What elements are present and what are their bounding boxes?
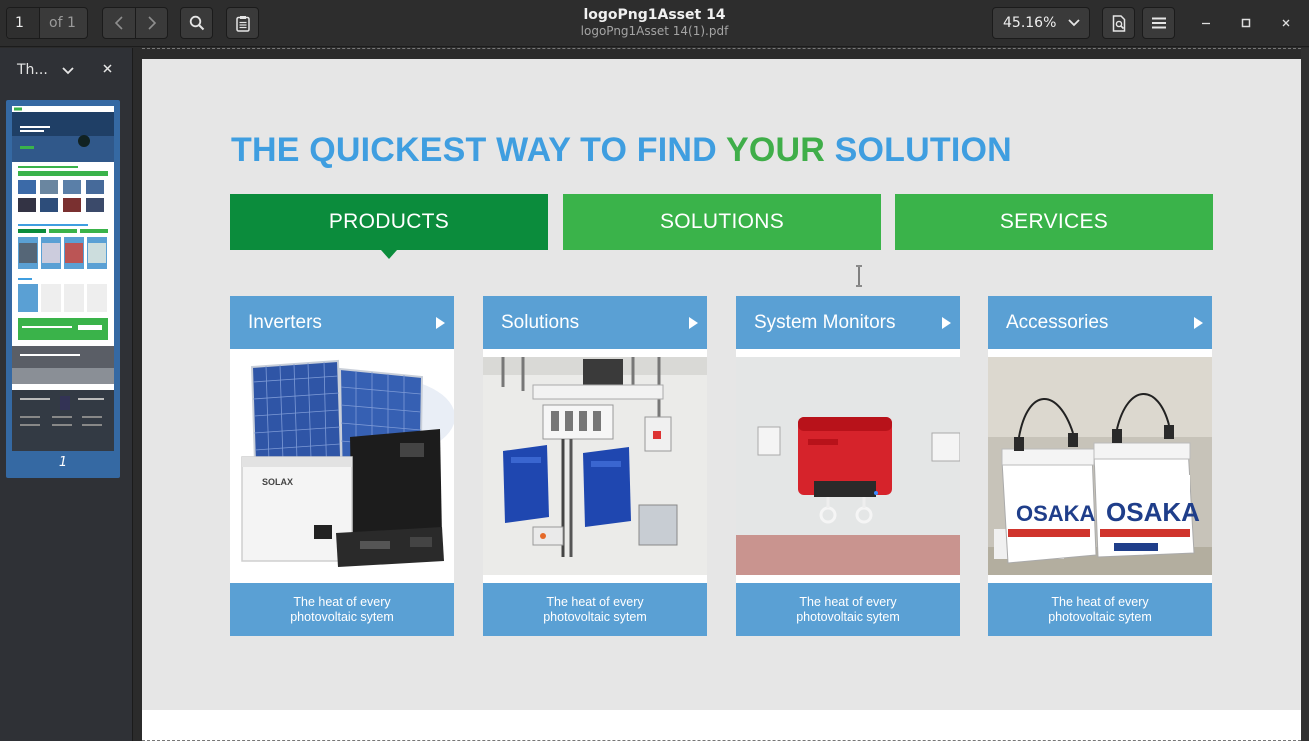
page-count-label: of 1 (49, 15, 76, 31)
accessories-image: OSAKA OSAKA (988, 357, 1212, 575)
card-caption: The heat of every photovoltaic sytem (988, 583, 1212, 636)
close-window-button[interactable] (1275, 12, 1297, 34)
page-nav-group (102, 7, 168, 39)
chevron-right-icon (147, 16, 156, 30)
card-title: System Monitors (754, 311, 896, 333)
play-arrow-icon (436, 317, 445, 329)
header-bar: 1 of 1 logoPng1Asset 14 logoPng1Asset 14… (0, 0, 1309, 47)
play-arrow-icon (689, 317, 698, 329)
maximize-button[interactable] (1235, 12, 1257, 34)
zoom-selector[interactable]: 45.16% (992, 7, 1090, 39)
annotations-button[interactable] (226, 7, 259, 39)
text-cursor-icon (856, 265, 862, 287)
sidebar-header: Th... (0, 48, 132, 93)
card-caption: The heat of every photovoltaic sytem (736, 583, 960, 636)
sidebar-view-selector[interactable]: Th... (17, 62, 48, 78)
chevron-down-icon[interactable] (62, 67, 74, 75)
document-icon (1112, 14, 1125, 32)
osaka-logo-right: OSAKA (1106, 497, 1200, 527)
next-page-button[interactable] (135, 8, 167, 38)
chevron-left-icon (114, 16, 123, 30)
headline-blue-text-end: SOLUTION (824, 131, 1012, 169)
tab-products[interactable]: PRODUCTS (230, 194, 548, 259)
sidebar-close-button[interactable] (103, 61, 112, 77)
minimize-button[interactable] (1195, 12, 1217, 34)
previous-page-button[interactable] (103, 8, 135, 38)
inverters-image: SOLAX (230, 357, 454, 575)
close-icon (103, 64, 112, 73)
product-card-solutions[interactable]: Solutions The heat of every photovoltaic… (483, 296, 707, 636)
hamburger-menu-icon (1151, 17, 1166, 29)
clipboard-icon (235, 15, 250, 32)
menu-button[interactable] (1142, 7, 1175, 39)
search-icon (189, 15, 204, 31)
close-icon (1282, 19, 1290, 27)
card-header: Inverters (230, 296, 454, 349)
vertical-scrollbar[interactable] (1301, 48, 1309, 741)
osaka-logo-left: OSAKA (1016, 501, 1096, 526)
search-button[interactable] (180, 7, 213, 39)
page-separator (142, 48, 1301, 49)
card-caption: The heat of every photovoltaic sytem (483, 583, 707, 636)
solutions-image (483, 357, 707, 575)
page-thumbnail-image (12, 106, 114, 451)
chevron-down-icon (1068, 19, 1080, 27)
next-page-edge (142, 710, 1301, 741)
maximize-icon (1241, 18, 1251, 28)
product-card-accessories[interactable]: Accessories OSAKA OSAKA The heat of ever… (988, 296, 1212, 636)
card-header: System Monitors (736, 296, 960, 349)
product-card-system-monitors[interactable]: System Monitors The heat of every photov… (736, 296, 960, 636)
thumbnail-page-number: 1 (58, 455, 68, 470)
document-properties-button[interactable] (1102, 7, 1135, 39)
tab-services[interactable]: SERVICES (895, 194, 1213, 250)
card-header: Accessories (988, 296, 1212, 349)
card-title: Accessories (1006, 311, 1109, 333)
page-number-box[interactable]: 1 of 1 (6, 7, 88, 39)
minimize-icon (1202, 22, 1210, 25)
pdf-page: THE QUICKEST WAY TO FIND YOUR SOLUTION P… (142, 59, 1301, 710)
document-viewport[interactable]: THE QUICKEST WAY TO FIND YOUR SOLUTION P… (134, 48, 1309, 741)
page-headline: THE QUICKEST WAY TO FIND YOUR SOLUTION (231, 131, 1012, 170)
tab-solutions[interactable]: SOLUTIONS (563, 194, 881, 250)
page-thumbnail-selected[interactable]: 1 (6, 100, 120, 478)
zoom-value: 45.16% (1003, 15, 1057, 31)
card-header: Solutions (483, 296, 707, 349)
headline-blue-text: THE QUICKEST WAY TO FIND (231, 131, 726, 169)
play-arrow-icon (942, 317, 951, 329)
sidebar: Th... 1 (0, 48, 133, 741)
card-title: Solutions (501, 311, 580, 333)
headline-green-text: YOUR (725, 131, 825, 169)
play-arrow-icon (1194, 317, 1203, 329)
card-caption: The heat of every photovoltaic sytem (230, 583, 454, 636)
solax-logo: SOLAX (262, 477, 293, 487)
page-number-input[interactable]: 1 (7, 8, 40, 38)
card-title: Inverters (248, 311, 322, 333)
product-card-inverters[interactable]: Inverters SOLAX The heat of every photov… (230, 296, 454, 636)
system-monitors-image (736, 357, 960, 575)
